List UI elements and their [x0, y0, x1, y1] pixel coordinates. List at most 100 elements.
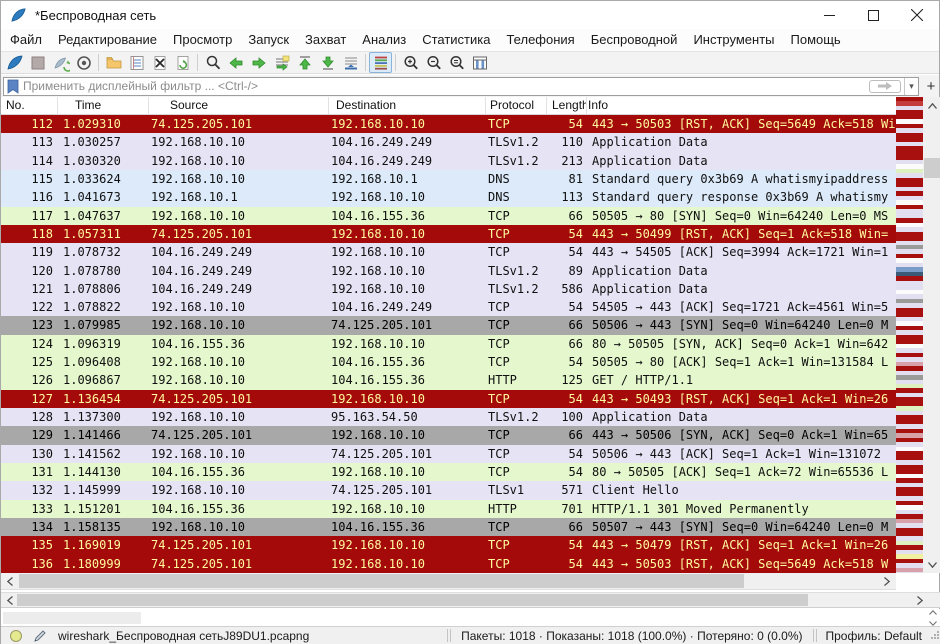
- packet-row[interactable]: 125 1.096408 192.168.10.10 104.16.155.36…: [1, 353, 896, 371]
- scroll-left-button[interactable]: [1, 573, 18, 589]
- packet-row[interactable]: 123 1.079985 192.168.10.10 74.125.205.10…: [1, 316, 896, 334]
- column-header-info[interactable]: Info: [587, 97, 896, 114]
- menu-item[interactable]: Анализ: [354, 29, 414, 51]
- minimize-button[interactable]: [807, 1, 851, 29]
- colorize-packets-button[interactable]: [369, 52, 392, 73]
- filter-bookmark-icon[interactable]: [6, 79, 20, 94]
- expert-info-icon[interactable]: [10, 630, 22, 642]
- add-filter-button[interactable]: +: [923, 78, 939, 95]
- packet-source: 74.125.205.101: [149, 426, 329, 444]
- resize-grip-icon[interactable]: [930, 629, 940, 642]
- packet-row[interactable]: 117 1.047637 192.168.10.10 104.16.155.36…: [1, 207, 896, 225]
- chevron-left-icon: [7, 577, 13, 586]
- save-file-button[interactable]: [125, 52, 148, 73]
- packet-row[interactable]: 126 1.096867 192.168.10.10 104.16.155.36…: [1, 371, 896, 389]
- scroll-left-button[interactable]: [1, 593, 18, 607]
- packet-row[interactable]: 112 1.029310 74.125.205.101 192.168.10.1…: [1, 115, 896, 133]
- menu-item[interactable]: Телефония: [498, 29, 582, 51]
- menu-item[interactable]: Запуск: [240, 29, 297, 51]
- packet-row[interactable]: 128 1.137300 192.168.10.10 95.163.54.50 …: [1, 408, 896, 426]
- go-to-packet-button[interactable]: [270, 52, 293, 73]
- packet-destination: 192.168.10.10: [329, 280, 486, 298]
- column-header-no[interactable]: No.: [1, 97, 58, 114]
- menu-item[interactable]: Файл: [1, 29, 50, 51]
- horizontal-scroll-thumb[interactable]: [19, 574, 744, 588]
- packet-row[interactable]: 131 1.144130 104.16.155.36 192.168.10.10…: [1, 463, 896, 481]
- capture-comment-icon[interactable]: [33, 629, 47, 643]
- packet-row[interactable]: 129 1.141466 74.125.205.101 192.168.10.1…: [1, 426, 896, 444]
- scroll-right-button[interactable]: [878, 573, 895, 589]
- packet-destination: 192.168.10.10: [329, 262, 486, 280]
- menu-item[interactable]: Инструменты: [685, 29, 782, 51]
- close-file-button[interactable]: [148, 52, 171, 73]
- packet-row[interactable]: 119 1.078732 104.16.249.249 192.168.10.1…: [1, 243, 896, 261]
- display-filter-input[interactable]: [23, 79, 869, 93]
- packet-row[interactable]: 115 1.033624 192.168.10.10 192.168.10.1 …: [1, 170, 896, 188]
- packet-minimap[interactable]: [896, 97, 923, 573]
- packet-row[interactable]: 121 1.078806 104.16.249.249 192.168.10.1…: [1, 280, 896, 298]
- menu-item[interactable]: Захват: [297, 29, 354, 51]
- packet-row[interactable]: 130 1.141562 192.168.10.10 74.125.205.10…: [1, 445, 896, 463]
- go-back-button[interactable]: [224, 52, 247, 73]
- zoom-in-button[interactable]: [399, 52, 422, 73]
- lower-pane-hscrollbar[interactable]: [1, 592, 940, 608]
- packet-row[interactable]: 132 1.145999 192.168.10.10 74.125.205.10…: [1, 481, 896, 499]
- packet-row[interactable]: 118 1.057311 74.125.205.101 192.168.10.1…: [1, 225, 896, 243]
- packet-row[interactable]: 116 1.041673 192.168.10.1 192.168.10.10 …: [1, 188, 896, 206]
- scroll-right-button[interactable]: [911, 593, 928, 607]
- scroll-down-button[interactable]: [923, 556, 940, 573]
- apply-filter-button[interactable]: [869, 80, 901, 93]
- profile-selector[interactable]: Профиль: Default: [826, 629, 923, 643]
- packet-no: 127: [1, 390, 58, 408]
- packet-row[interactable]: 135 1.169019 74.125.205.101 192.168.10.1…: [1, 536, 896, 554]
- start-capture-button[interactable]: [3, 52, 26, 73]
- resize-columns-button[interactable]: [468, 52, 491, 73]
- go-last-packet-button[interactable]: [316, 52, 339, 73]
- column-header-time[interactable]: Time: [58, 97, 149, 114]
- menu-item[interactable]: Беспроводной: [583, 29, 686, 51]
- packet-info: Standard query 0x3b69 A whatismyipaddres…: [587, 170, 896, 188]
- column-header-destination[interactable]: Destination: [329, 97, 486, 114]
- find-packet-button[interactable]: [201, 52, 224, 73]
- capture-options-button[interactable]: [72, 52, 95, 73]
- column-header-length[interactable]: Length: [547, 97, 587, 114]
- vertical-scroll-thumb[interactable]: [924, 158, 940, 178]
- horizontal-scroll-thumb[interactable]: [17, 594, 808, 606]
- column-header-source[interactable]: Source: [149, 97, 329, 114]
- zoom-reset-button[interactable]: [445, 52, 468, 73]
- scroll-up-button[interactable]: [923, 97, 940, 114]
- packet-row[interactable]: 114 1.030320 192.168.10.10 104.16.249.24…: [1, 152, 896, 170]
- stop-capture-button[interactable]: [26, 52, 49, 73]
- packet-row[interactable]: 127 1.136454 74.125.205.101 192.168.10.1…: [1, 390, 896, 408]
- menu-item[interactable]: Помощь: [783, 29, 849, 51]
- packet-info: Application Data: [587, 280, 896, 298]
- auto-scroll-button[interactable]: [339, 52, 362, 73]
- go-first-packet-button[interactable]: [293, 52, 316, 73]
- packet-row[interactable]: 113 1.030257 192.168.10.10 104.16.249.24…: [1, 133, 896, 151]
- restart-capture-button[interactable]: [49, 52, 72, 73]
- column-header-protocol[interactable]: Protocol: [486, 97, 547, 114]
- vertical-scrollbar[interactable]: [923, 97, 940, 573]
- go-forward-button[interactable]: [247, 52, 270, 73]
- filter-dropdown-caret[interactable]: ▾: [904, 78, 918, 95]
- packet-row[interactable]: 124 1.096319 104.16.155.36 192.168.10.10…: [1, 335, 896, 353]
- packet-time: 1.078780: [58, 262, 149, 280]
- open-file-button[interactable]: [102, 52, 125, 73]
- packet-row[interactable]: 122 1.078822 192.168.10.10 104.16.249.24…: [1, 298, 896, 316]
- tiny-scrollbar[interactable]: [927, 610, 939, 626]
- packet-row[interactable]: 120 1.078780 104.16.249.249 192.168.10.1…: [1, 262, 896, 280]
- menu-item[interactable]: Статистика: [414, 29, 498, 51]
- packet-row[interactable]: 136 1.180999 74.125.205.101 192.168.10.1…: [1, 555, 896, 573]
- packet-row[interactable]: 133 1.151201 104.16.155.36 192.168.10.10…: [1, 500, 896, 518]
- menu-item[interactable]: Просмотр: [165, 29, 240, 51]
- close-button[interactable]: [895, 1, 939, 29]
- packet-time: 1.141562: [58, 445, 149, 463]
- packet-source: 104.16.155.36: [149, 335, 329, 353]
- maximize-button[interactable]: [851, 1, 895, 29]
- reload-file-button[interactable]: [171, 52, 194, 73]
- menu-item[interactable]: Редактирование: [50, 29, 165, 51]
- packet-list-hscrollbar[interactable]: [1, 573, 896, 590]
- zoom-out-button[interactable]: [422, 52, 445, 73]
- packet-row[interactable]: 134 1.158135 192.168.10.10 104.16.155.36…: [1, 518, 896, 536]
- packet-info: 50507 → 443 [SYN] Seq=0 Win=64240 Len=0 …: [587, 518, 896, 536]
